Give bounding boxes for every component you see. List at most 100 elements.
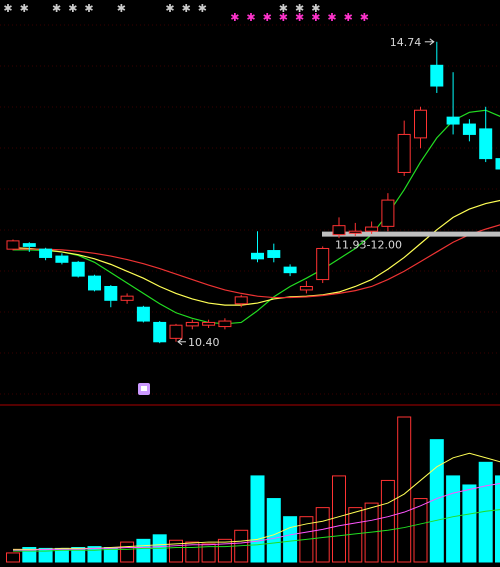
low-price-label: 10.40 (188, 336, 220, 349)
marker-star-icon: ✱ (344, 11, 353, 24)
marker-star-icon: ✱ (84, 2, 93, 15)
candle-body (495, 158, 500, 170)
marker-star-icon: ✱ (3, 2, 12, 15)
candle (316, 246, 330, 284)
candle (120, 293, 134, 304)
candle-body (39, 248, 53, 258)
candle (495, 158, 500, 170)
volume-bar (136, 538, 151, 563)
stock-chart: ✱ ✱ ✱ ✱ ✱ ✱ ✱ ✱ ✱ ✱ ✱ ✱✱ ✱ ✱ ✱ ✱ ✱ ✱ ✱ ✱ 14.74 10.40 11.93-… (0, 2, 500, 563)
candle-body (218, 320, 232, 328)
candle (479, 106, 493, 163)
candle-body (332, 225, 346, 236)
annotations: 14.74 10.40 11.93-12.00 (177, 36, 435, 349)
candle-body (234, 296, 248, 305)
candle-body (446, 116, 460, 125)
moving-average-lines (12, 109, 500, 325)
volume-bar (6, 552, 20, 563)
volume-bar (462, 484, 477, 563)
marker-star-icon: ✱ (360, 11, 369, 24)
candle-body (462, 123, 476, 135)
candle-body (251, 252, 264, 260)
candle (430, 41, 444, 93)
candle-body (71, 261, 85, 277)
candle (267, 243, 281, 263)
volume-bar (446, 475, 461, 563)
candle (414, 106, 427, 149)
volume-bar (283, 516, 298, 563)
marker-star-icon: ✱ (198, 2, 207, 15)
volume-bar (120, 541, 135, 563)
candle (462, 119, 476, 142)
volume-bar (495, 475, 500, 563)
marker-star-icon: ✱ (165, 2, 174, 15)
zone-band (322, 231, 500, 237)
volume-bar (380, 479, 395, 563)
candle-body (55, 255, 69, 263)
grid-lines (0, 24, 500, 395)
marker-star-icon: ✱ (52, 2, 61, 15)
high-price-label: 14.74 (390, 36, 422, 49)
candle-body (88, 275, 101, 291)
marker-star-icon: ✱ (246, 11, 255, 24)
top-markers: ✱ ✱ ✱ ✱ ✱ ✱ ✱ ✱ ✱ ✱ ✱ ✱✱ ✱ ✱ ✱ ✱ ✱ ✱ ✱ ✱ (3, 2, 369, 24)
candle (39, 247, 53, 261)
candle (381, 193, 395, 232)
candle (153, 321, 167, 344)
marker-star-icon: ✱ (263, 11, 272, 24)
volume-bar (397, 416, 412, 563)
marker-star-icon: ✱ (230, 11, 239, 24)
moving-average-line (13, 109, 500, 325)
volume-bar (250, 475, 265, 563)
candle (55, 253, 69, 265)
candle-body (22, 243, 36, 247)
candle-body (202, 321, 216, 326)
candle (104, 285, 118, 308)
candle-body (348, 230, 362, 234)
candle-body (136, 306, 150, 322)
candle (136, 305, 150, 323)
marker-star-icon: ✱ (20, 2, 29, 15)
candle (299, 280, 313, 294)
candle (218, 318, 232, 330)
candlesticks (6, 41, 500, 344)
price-zone-band (322, 231, 500, 237)
candle-body (430, 64, 444, 87)
marker-star-icon: ✱ (117, 2, 126, 15)
candle-body (6, 240, 20, 250)
volume-bar (266, 498, 281, 563)
candle (283, 264, 297, 277)
candle-body (381, 199, 395, 227)
candle-body (283, 266, 297, 274)
badge-glyph (141, 386, 147, 391)
candle (88, 274, 101, 292)
marker-star-icon: ✱ (327, 11, 336, 24)
candle (6, 239, 20, 251)
candle-body (104, 285, 118, 301)
marker-star-icon: ✱ (295, 11, 304, 24)
candle-body (365, 226, 379, 232)
candle-body (414, 109, 427, 139)
candle (251, 231, 264, 263)
candle-body (299, 285, 313, 291)
candle (397, 120, 411, 176)
candle-body (185, 321, 199, 327)
candle-body (267, 250, 281, 258)
volume-bar (315, 507, 330, 563)
candle (169, 323, 183, 342)
marker-star-icon: ✱ (68, 2, 77, 15)
candle (71, 260, 85, 278)
candle-body (479, 128, 493, 160)
marker-star-icon: ✱ (311, 11, 320, 24)
marker-star-icon: ✱ (182, 2, 191, 15)
signal-badge (138, 383, 150, 395)
candle-body (153, 321, 167, 343)
candle (332, 217, 346, 239)
volume-bar (332, 475, 346, 563)
zone-price-label: 11.93-12.00 (335, 239, 402, 252)
candle-body (316, 247, 330, 281)
candle (185, 319, 199, 330)
candle-body (169, 324, 183, 339)
marker-star-icon: ✱ (279, 11, 288, 24)
candle-body (120, 295, 134, 301)
